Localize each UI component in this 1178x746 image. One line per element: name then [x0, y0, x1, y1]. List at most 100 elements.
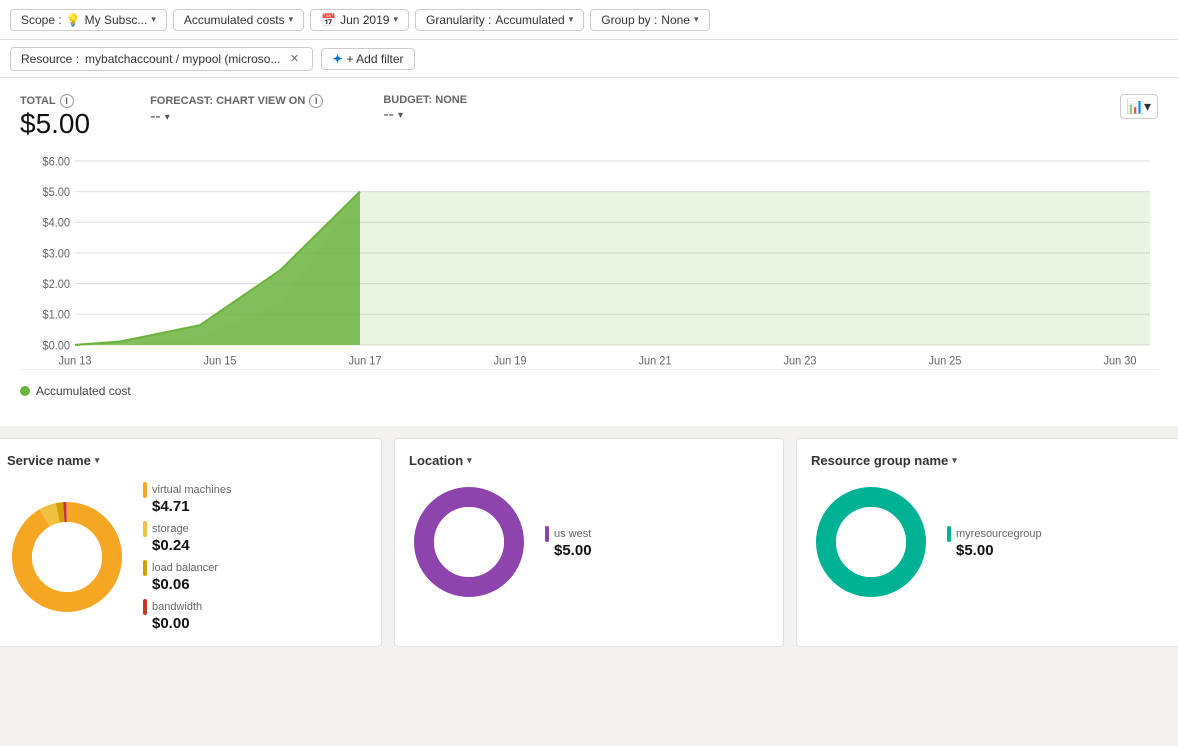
svg-text:$0.00: $0.00 — [43, 340, 70, 353]
resource-group-donut — [811, 482, 931, 602]
cost-label: Accumulated costs — [184, 13, 285, 27]
total-label: TOTAL i — [20, 94, 90, 108]
svg-text:Jun 23: Jun 23 — [784, 355, 817, 368]
rg-name: myresourcegroup — [956, 528, 1042, 540]
scope-icon: 💡 — [66, 13, 81, 27]
cards-row: Service name ▾ virtual machines — [0, 426, 1178, 659]
lb-color-bar — [143, 560, 147, 576]
add-filter-button[interactable]: ✦ + Add filter — [321, 48, 414, 70]
filter-close-icon[interactable]: ✕ — [286, 51, 302, 67]
storage-value: $0.24 — [152, 537, 231, 554]
uswest-value: $5.00 — [554, 542, 592, 559]
scope-caret: ▾ — [151, 14, 156, 25]
card-service-caret: ▾ — [95, 455, 100, 466]
filter-value: mybatchaccount / mypool (microso... — [85, 52, 280, 66]
legend-item-vm: virtual machines $4.71 — [143, 482, 231, 515]
bw-color-bar — [143, 599, 147, 615]
scope-filter[interactable]: Scope : 💡 My Subsc... ▾ — [10, 9, 167, 31]
group-label: Group by : — [601, 13, 657, 27]
card-resource-group-body: myresourcegroup $5.00 — [811, 482, 1171, 602]
chart-view-button[interactable]: 📊 ▾ — [1120, 94, 1158, 119]
svg-text:$6.00: $6.00 — [43, 156, 70, 169]
resource-group-donut-svg — [811, 482, 931, 602]
granularity-caret: ▾ — [569, 14, 574, 25]
svg-text:Jun 19: Jun 19 — [494, 355, 527, 368]
card-service-header[interactable]: Service name ▾ — [7, 453, 367, 468]
vm-value: $4.71 — [152, 498, 231, 515]
date-filter[interactable]: 📅 Jun 2019 ▾ — [310, 9, 409, 31]
card-service-name: Service name ▾ virtual machines — [0, 438, 382, 647]
vm-color-bar — [143, 482, 147, 498]
service-donut — [7, 497, 127, 617]
resource-group-legend: myresourcegroup $5.00 — [947, 526, 1042, 559]
svg-text:Jun 30: Jun 30 — [1104, 355, 1137, 368]
bw-name: bandwidth — [152, 601, 202, 613]
lb-name: load balancer — [152, 562, 218, 574]
budget-caret[interactable]: ▾ — [398, 110, 403, 121]
legend-item-rg: myresourcegroup $5.00 — [947, 526, 1042, 559]
card-resource-group-label: Resource group name — [811, 453, 948, 468]
chart-area: $6.00 $5.00 $4.00 $3.00 $2.00 $1.00 $0.0… — [20, 150, 1158, 370]
cost-chart: $6.00 $5.00 $4.00 $3.00 $2.00 $1.00 $0.0… — [20, 150, 1158, 369]
budget-value-row: -- ▾ — [383, 106, 467, 124]
forecast-value-row: -- ▾ — [150, 108, 323, 126]
forecast-caret[interactable]: ▾ — [165, 112, 170, 123]
stats-chart-row: TOTAL i $5.00 FORECAST: CHART VIEW ON i … — [20, 94, 1158, 150]
budget-label: BUDGET: NONE — [383, 94, 467, 106]
legend-item-lb: load balancer $0.06 — [143, 560, 231, 593]
vm-name: virtual machines — [152, 484, 231, 496]
service-legend: virtual machines $4.71 storage $0.24 loa… — [143, 482, 231, 632]
date-caret: ▾ — [393, 14, 398, 25]
scope-label: Scope : — [21, 13, 62, 27]
group-caret: ▾ — [694, 14, 699, 25]
legend-item-storage: storage $0.24 — [143, 521, 231, 554]
legend-label-accumulated: Accumulated cost — [36, 384, 131, 398]
granularity-value: Accumulated — [495, 13, 564, 27]
total-block: TOTAL i $5.00 — [20, 94, 90, 140]
uswest-color-bar — [545, 526, 549, 542]
location-legend: us west $5.00 — [545, 526, 592, 559]
svg-text:$5.00: $5.00 — [43, 187, 70, 200]
location-donut-svg — [409, 482, 529, 602]
resource-filter-pill[interactable]: Resource : mybatchaccount / mypool (micr… — [10, 47, 313, 71]
card-service-label: Service name — [7, 453, 91, 468]
card-resource-group-header[interactable]: Resource group name ▾ — [811, 453, 1171, 468]
forecast-block: FORECAST: CHART VIEW ON i -- ▾ — [150, 94, 323, 126]
main-content: TOTAL i $5.00 FORECAST: CHART VIEW ON i … — [0, 78, 1178, 426]
card-resource-group: Resource group name ▾ myresourcegroup $5… — [796, 438, 1178, 647]
forecast-info-icon[interactable]: i — [309, 94, 323, 108]
cost-filter[interactable]: Accumulated costs ▾ — [173, 9, 304, 31]
add-filter-label: + Add filter — [347, 52, 404, 66]
uswest-name: us west — [554, 528, 591, 540]
svg-text:$2.00: $2.00 — [43, 279, 70, 292]
stats-row: TOTAL i $5.00 FORECAST: CHART VIEW ON i … — [20, 94, 467, 140]
toolbar-row2: Resource : mybatchaccount / mypool (micr… — [0, 40, 1178, 78]
group-filter[interactable]: Group by : None ▾ — [590, 9, 709, 31]
calendar-icon: 📅 — [321, 13, 336, 27]
plus-icon: ✦ — [332, 52, 342, 66]
toolbar-row1: Scope : 💡 My Subsc... ▾ Accumulated cost… — [0, 0, 1178, 40]
total-info-icon[interactable]: i — [60, 94, 74, 108]
storage-name: storage — [152, 523, 189, 535]
svg-text:Jun 13: Jun 13 — [59, 355, 92, 368]
card-location-body: us west $5.00 — [409, 482, 769, 602]
granularity-filter[interactable]: Granularity : Accumulated ▾ — [415, 9, 584, 31]
date-value: Jun 2019 — [340, 13, 389, 27]
chart-caret: ▾ — [1144, 98, 1151, 115]
card-resource-group-caret: ▾ — [952, 455, 957, 466]
card-location-header[interactable]: Location ▾ — [409, 453, 769, 468]
budget-block: BUDGET: NONE -- ▾ — [383, 94, 467, 124]
legend-item-uswest: us west $5.00 — [545, 526, 592, 559]
forecast-label: FORECAST: CHART VIEW ON i — [150, 94, 323, 108]
forecast-value: -- — [150, 108, 161, 126]
card-location: Location ▾ us west $5.00 — [394, 438, 784, 647]
chart-legend: Accumulated cost — [20, 376, 1158, 410]
legend-dot-accumulated — [20, 386, 30, 396]
rg-color-bar — [947, 526, 951, 542]
location-donut — [409, 482, 529, 602]
group-value: None — [661, 13, 690, 27]
svg-text:$3.00: $3.00 — [43, 248, 70, 261]
svg-text:Jun 21: Jun 21 — [639, 355, 672, 368]
card-service-body: virtual machines $4.71 storage $0.24 loa… — [7, 482, 367, 632]
svg-text:Jun 25: Jun 25 — [929, 355, 962, 368]
